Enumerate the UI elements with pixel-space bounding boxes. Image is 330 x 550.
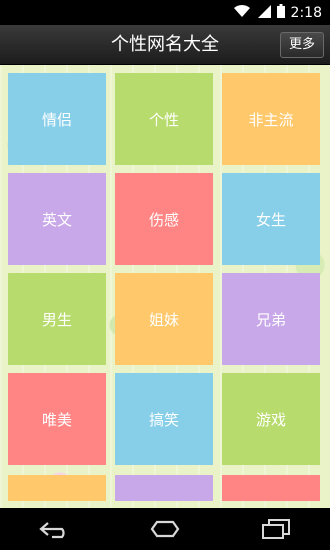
signal-icon <box>257 3 271 22</box>
back-icon[interactable] <box>25 514 85 544</box>
category-tile[interactable]: 非主流 <box>222 73 320 165</box>
category-tile[interactable]: 个性 <box>115 73 213 165</box>
recents-icon[interactable] <box>245 514 305 544</box>
more-button[interactable]: 更多 <box>280 32 324 58</box>
category-tile[interactable] <box>222 475 320 501</box>
category-tile[interactable] <box>8 475 106 501</box>
category-tile[interactable]: 男生 <box>8 273 106 365</box>
category-tile[interactable]: 情侣 <box>8 73 106 165</box>
category-grid-area: 情侣 个性 非主流英文 伤感 女生男生 姐妹 兄弟唯美 搞笑 游戏 <box>0 65 330 508</box>
category-tile[interactable]: 搞笑 <box>115 373 213 465</box>
category-grid: 情侣 个性 非主流英文 伤感 女生男生 姐妹 兄弟唯美 搞笑 游戏 <box>0 65 330 508</box>
category-tile[interactable]: 伤感 <box>115 173 213 265</box>
category-tile[interactable]: 姐妹 <box>115 273 213 365</box>
battery-icon <box>276 3 285 22</box>
category-tile[interactable]: 游戏 <box>222 373 320 465</box>
category-tile[interactable]: 兄弟 <box>222 273 320 365</box>
category-tile[interactable] <box>115 475 213 501</box>
app-bar: 个性网名大全 更多 <box>0 25 330 65</box>
category-tile[interactable]: 英文 <box>8 173 106 265</box>
home-icon[interactable] <box>135 514 195 544</box>
wifi-icon <box>233 3 251 22</box>
status-bar: 2:18 <box>0 0 330 25</box>
category-tile[interactable]: 唯美 <box>8 373 106 465</box>
category-tile[interactable]: 女生 <box>222 173 320 265</box>
status-time: 2:18 <box>290 4 322 21</box>
navigation-bar <box>0 508 330 550</box>
